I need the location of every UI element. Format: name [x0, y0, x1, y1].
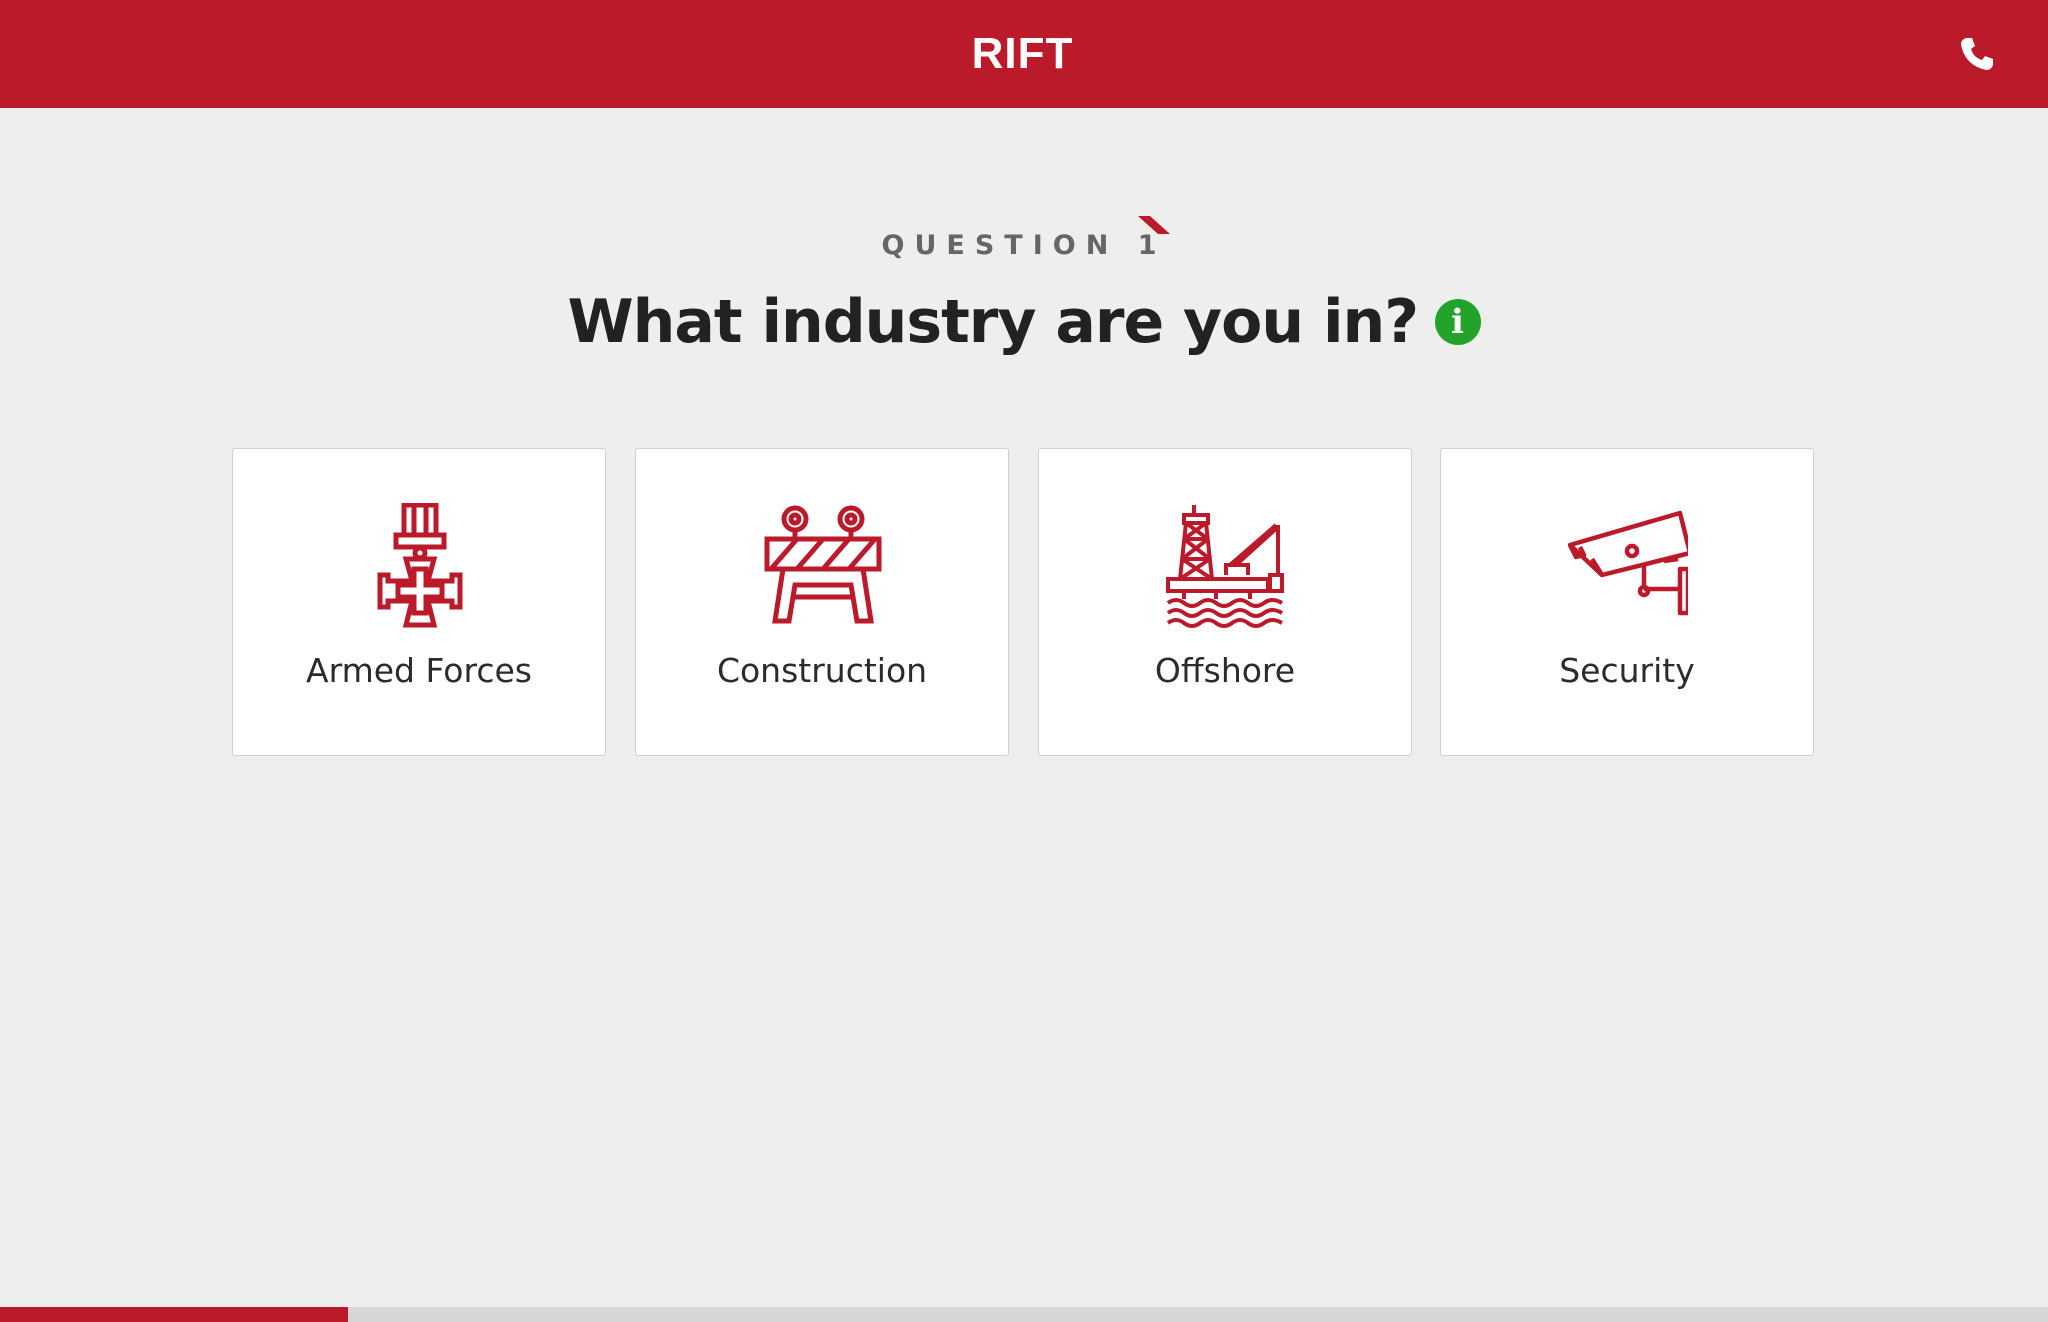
question-number: QUESTION 1	[881, 230, 1167, 261]
option-label: Offshore	[1154, 651, 1296, 690]
road-barrier-icon	[764, 505, 882, 624]
progress-bar	[0, 1307, 2048, 1322]
top-bar: RIFT	[0, 0, 2048, 108]
option-security[interactable]: Security	[1440, 448, 1814, 756]
question-title-row: What industry are you in? i	[0, 282, 2048, 362]
phone-icon[interactable]	[1957, 34, 1997, 74]
oil-rig-icon	[1166, 505, 1284, 628]
rift-logo[interactable]: RIFT	[965, 32, 1080, 76]
medal-cross-icon	[377, 503, 463, 628]
option-offshore[interactable]: Offshore	[1038, 448, 1412, 756]
progress-bar-fill	[0, 1307, 349, 1322]
cctv-camera-icon	[1568, 510, 1688, 616]
accent-slash-icon	[1138, 216, 1170, 234]
info-icon[interactable]: i	[1434, 299, 1481, 345]
option-armed-forces[interactable]: Armed Forces	[232, 448, 606, 756]
option-construction[interactable]: Construction	[635, 448, 1009, 756]
question-title: What industry are you in?	[567, 287, 1419, 357]
option-label: Construction	[716, 651, 928, 690]
option-label: Security	[1559, 651, 1695, 690]
option-label: Armed Forces	[306, 651, 532, 690]
